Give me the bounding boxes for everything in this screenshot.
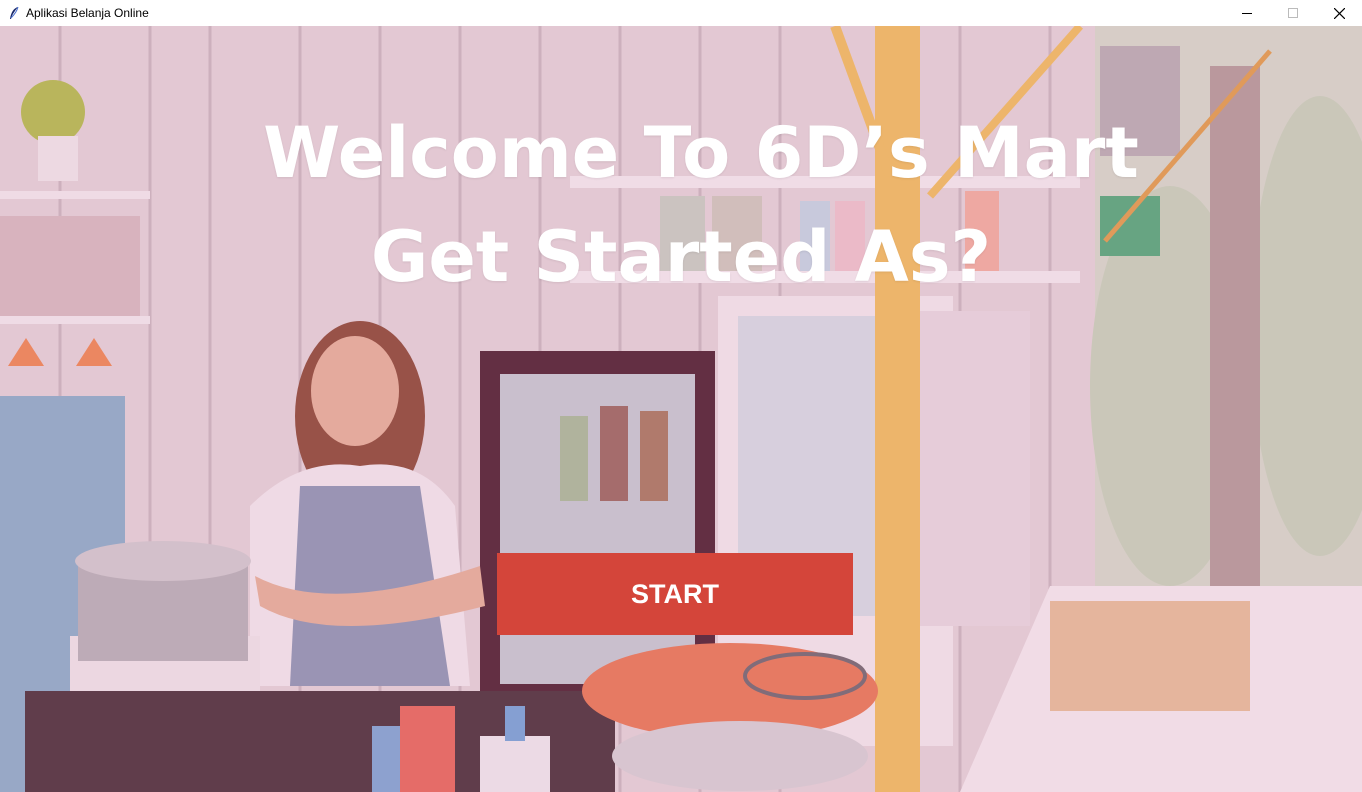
- start-button[interactable]: START: [497, 553, 853, 635]
- background-photo: Welcome To 6D’s Mart Get Started As? STA…: [0, 26, 1362, 792]
- close-icon: [1333, 7, 1345, 19]
- minimize-icon: [1242, 13, 1252, 14]
- maximize-button[interactable]: [1270, 0, 1316, 26]
- maximize-icon: [1288, 8, 1298, 18]
- close-button[interactable]: [1316, 0, 1362, 26]
- welcome-heading: Welcome To 6D’s Mart: [263, 112, 1139, 194]
- feather-icon: [8, 6, 20, 20]
- window-titlebar: Aplikasi Belanja Online: [0, 0, 1362, 26]
- minimize-button[interactable]: [1224, 0, 1270, 26]
- get-started-heading: Get Started As?: [370, 216, 992, 298]
- window-title: Aplikasi Belanja Online: [26, 6, 149, 20]
